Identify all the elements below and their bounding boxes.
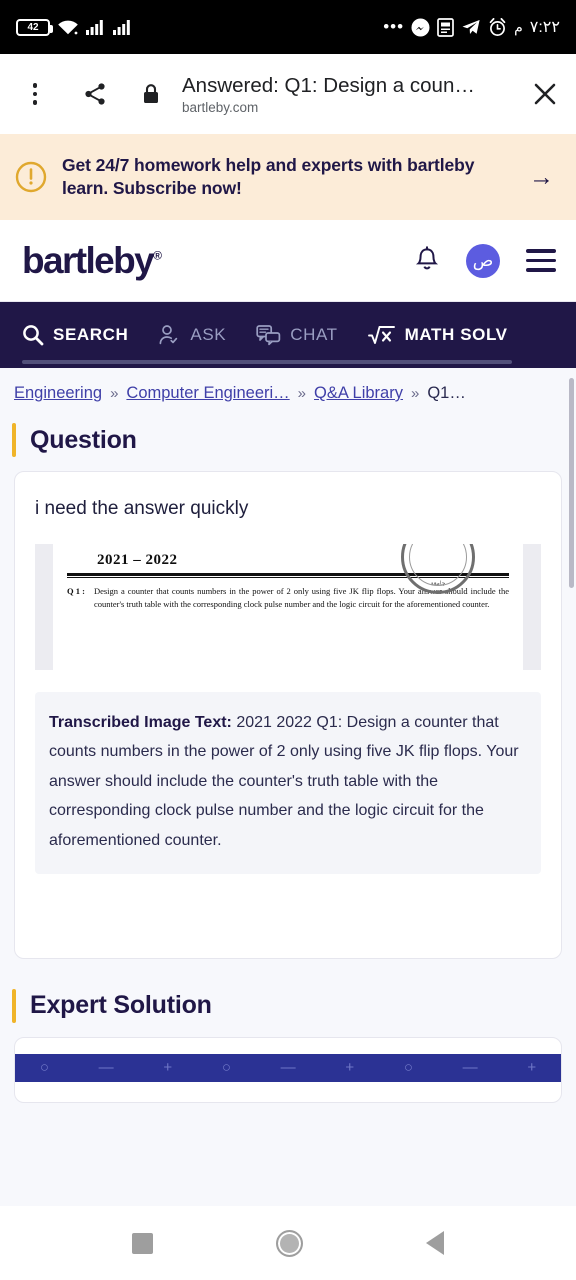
overflow-dots-icon: ••• (383, 16, 405, 36)
bartleby-logo[interactable]: bartleby® (22, 242, 414, 279)
site-header: bartleby® ص (0, 220, 576, 302)
status-bar-left: 42 (16, 18, 133, 36)
avatar[interactable]: ص (466, 243, 500, 278)
share-icon[interactable] (82, 81, 108, 107)
alert-circle-icon (14, 160, 48, 194)
promo-arrow-icon[interactable]: → (529, 164, 560, 190)
logo-text: bartleby (22, 240, 155, 281)
android-status-bar: 42 ••• م ٧:٢٢ (0, 0, 576, 54)
kebab-menu-icon[interactable] (22, 83, 48, 105)
nav-item-chat[interactable]: CHAT (256, 324, 337, 346)
nav-scrollbar-thumb[interactable] (22, 360, 512, 364)
banner-symbol: — (280, 1059, 296, 1077)
telegram-icon (461, 18, 481, 37)
breadcrumb-item-qa-library[interactable]: Q&A Library (314, 384, 403, 403)
ask-person-icon (158, 324, 181, 346)
avatar-initial: ص (472, 250, 494, 270)
status-bar-right: ••• م ٧:٢٢ (383, 17, 560, 37)
battery-level: 42 (27, 21, 39, 33)
page-url: bartleby.com (182, 99, 259, 115)
breadcrumb-item-current: Q1… (427, 384, 466, 402)
banner-symbol: ○ (403, 1059, 413, 1077)
banner-symbol: — (98, 1059, 114, 1077)
lock-icon (142, 83, 160, 105)
signal-icon-sim1 (86, 19, 106, 35)
home-circle-button[interactable] (275, 1229, 303, 1257)
wifi-icon (57, 19, 79, 36)
battery-icon: 42 (16, 18, 53, 36)
transcription-label: Transcribed Image Text: (49, 713, 232, 731)
search-icon (22, 324, 44, 346)
breadcrumb-separator: » (297, 385, 307, 402)
scan-right-gutter (523, 543, 541, 670)
seal-label: جامعة (430, 579, 446, 587)
expert-solution-heading: Expert Solution (30, 991, 212, 1020)
breadcrumb: Engineering » Computer Engineeri… » Q&A … (0, 368, 576, 413)
breadcrumb-item-computer-engineering[interactable]: Computer Engineeri… (126, 384, 289, 403)
question-section-header: Question (0, 413, 576, 471)
banner-symbol: + (163, 1059, 173, 1077)
android-navigation-bar (0, 1206, 576, 1280)
breadcrumb-item-engineering[interactable]: Engineering (14, 384, 102, 403)
banner-symbol: ○ (39, 1059, 49, 1077)
nav-item-math-solver[interactable]: MATH SOLV (367, 324, 508, 346)
browser-toolbar: Answered: Q1: Design a coun… bartleby.co… (0, 54, 576, 134)
page-content: Engineering » Computer Engineeri… » Q&A … (0, 368, 576, 1206)
back-triangle-button[interactable] (426, 1231, 445, 1255)
logo-registered-mark: ® (153, 248, 162, 263)
messenger-icon (411, 18, 430, 37)
nav-item-ask[interactable]: ASK (158, 324, 226, 346)
expert-solution-section-header: Expert Solution (0, 959, 576, 1037)
chat-bubbles-icon (256, 324, 281, 346)
page-title: Answered: Q1: Design a coun… (182, 74, 475, 98)
signal-icon-sim2 (113, 19, 133, 35)
recents-square-button[interactable] (131, 1232, 153, 1254)
nav-scrollbar[interactable] (22, 360, 576, 364)
nav-label-chat: CHAT (290, 325, 338, 344)
university-seal-icon: جامعة (401, 543, 475, 594)
scan-question-label: Q 1 : (67, 585, 85, 596)
transcribed-image-text-block: Transcribed Image Text: 2021 2022 Q1: De… (35, 691, 541, 874)
nav-label-math-solver: MATH SOLV (404, 325, 508, 344)
nav-item-search[interactable]: SEARCH (22, 324, 128, 346)
question-attached-image[interactable]: جامعة 2021 – 2022 Q 1 : Design a counter… (35, 543, 541, 670)
solution-banner-strip: ○ — + ○ — + ○ — + (15, 1053, 561, 1082)
section-accent-bar (12, 423, 16, 457)
scan-left-gutter (35, 543, 53, 670)
close-icon[interactable] (530, 79, 560, 109)
question-card-spacer (35, 874, 541, 936)
nav-label-search: SEARCH (53, 325, 129, 344)
promo-banner[interactable]: Get 24/7 homework help and experts with … (0, 134, 576, 220)
browser-title-block[interactable]: Answered: Q1: Design a coun… bartleby.co… (182, 73, 520, 115)
status-bar-meridiem: م (514, 18, 523, 35)
alarm-icon (488, 17, 507, 37)
expert-solution-card: ○ — + ○ — + ○ — + (14, 1036, 562, 1103)
question-heading: Question (30, 425, 137, 454)
promo-message: Get 24/7 homework help and experts with … (62, 154, 475, 198)
question-card: i need the answer quickly جامعة 2021 – 2… (14, 471, 562, 959)
math-radical-icon (367, 324, 396, 346)
banner-symbol: + (345, 1059, 355, 1077)
scan-page: جامعة 2021 – 2022 Q 1 : Design a counter… (53, 543, 523, 670)
news-icon (437, 17, 454, 37)
section-accent-bar (12, 988, 16, 1023)
primary-nav: SEARCH ASK CHAT MATH SOLV (0, 302, 576, 368)
nav-label-ask: ASK (190, 325, 227, 344)
page-scrollbar[interactable] (569, 378, 574, 588)
banner-symbol: ○ (221, 1059, 231, 1077)
banner-symbol: + (527, 1059, 537, 1077)
question-user-text: i need the answer quickly (35, 498, 249, 519)
hamburger-menu-icon[interactable] (526, 249, 556, 272)
breadcrumb-separator: » (110, 385, 119, 402)
header-actions: ص (414, 243, 556, 278)
breadcrumb-separator: » (410, 385, 420, 402)
notification-bell-icon[interactable] (414, 245, 440, 276)
transcription-text: 2021 2022 Q1: Design a counter that coun… (49, 713, 519, 850)
status-bar-clock: ٧:٢٢ (529, 19, 560, 36)
banner-symbol: — (462, 1059, 478, 1077)
